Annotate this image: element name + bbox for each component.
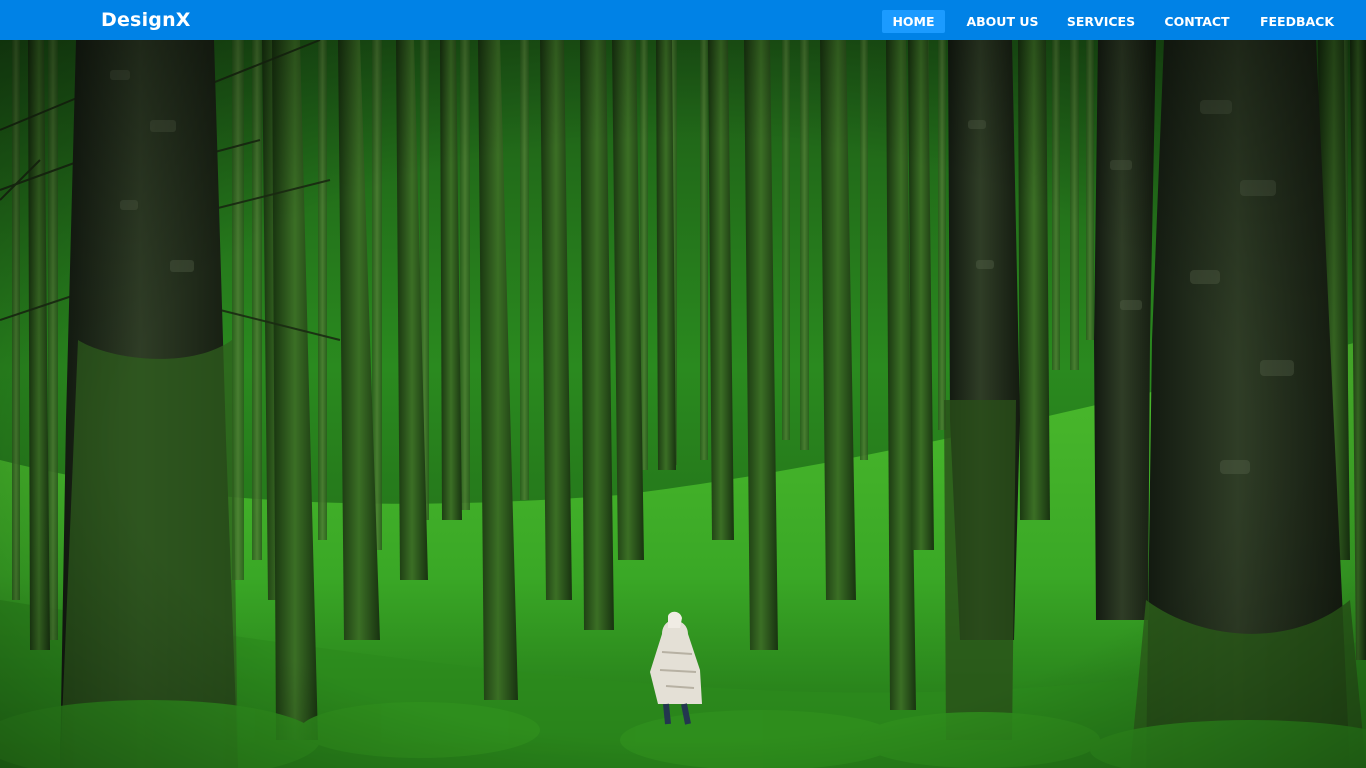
page: DesignX HOME ABOUT US SERVICES CONTACT F… xyxy=(0,0,1366,768)
nav-feedback-link[interactable]: FEEDBACK xyxy=(1254,10,1340,33)
main-nav: HOME ABOUT US SERVICES CONTACT FEEDBACK xyxy=(0,10,1366,33)
nav-contact-link[interactable]: CONTACT xyxy=(1158,10,1236,33)
nav-about-link[interactable]: ABOUT US xyxy=(962,10,1043,33)
nav-services-link[interactable]: SERVICES xyxy=(1062,10,1140,33)
nav-home-link[interactable]: HOME xyxy=(882,10,945,33)
forest-illustration xyxy=(0,40,1366,768)
top-navbar: DesignX HOME ABOUT US SERVICES CONTACT F… xyxy=(0,0,1366,40)
hero-forest-image xyxy=(0,40,1366,768)
